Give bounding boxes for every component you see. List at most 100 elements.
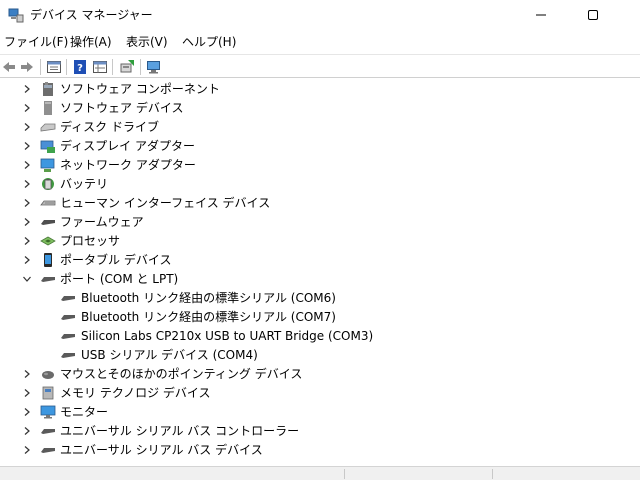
tree-item-usb-devices[interactable]: ユニバーサル シリアル バス デバイス	[0, 441, 640, 460]
port-icon	[60, 347, 76, 363]
tree-item-firmware[interactable]: ファームウェア	[0, 213, 640, 232]
port-icon	[40, 271, 56, 287]
device-manager-app-icon	[8, 7, 24, 23]
usb-device-icon	[40, 442, 56, 458]
chevron-right-icon[interactable]	[20, 405, 34, 419]
scan-hardware-button[interactable]	[145, 58, 163, 76]
tree-item-label: ポータブル デバイス	[60, 253, 172, 267]
update-driver-button[interactable]	[118, 58, 136, 76]
battery-icon	[40, 176, 56, 192]
tree-item-label: USB シリアル デバイス (COM4)	[81, 348, 258, 362]
help-button[interactable]: ?	[71, 58, 89, 76]
chevron-right-icon[interactable]	[20, 253, 34, 267]
tree-item-portable-devices[interactable]: ポータブル デバイス	[0, 251, 640, 270]
tree-item-monitors[interactable]: モニター	[0, 403, 640, 422]
chevron-right-icon[interactable]	[20, 177, 34, 191]
chevron-right-icon[interactable]	[20, 424, 34, 438]
tree-item-display-adapters[interactable]: ディスプレイ アダプター	[0, 137, 640, 156]
maximize-button[interactable]	[570, 0, 616, 30]
chevron-right-icon[interactable]	[20, 139, 34, 153]
window-title: デバイス マネージャー	[30, 8, 153, 22]
tree-item-label: マウスとそのほかのポインティング デバイス	[60, 367, 303, 381]
properties-view-button[interactable]	[45, 58, 63, 76]
portable-device-icon	[40, 252, 56, 268]
tree-item-network-adapters[interactable]: ネットワーク アダプター	[0, 156, 640, 175]
close-button[interactable]	[616, 0, 640, 30]
help-icon: ?	[74, 60, 86, 74]
toolbar: ?	[0, 54, 640, 78]
chevron-right-icon[interactable]	[20, 82, 34, 96]
tree-item-label: Bluetooth リンク経由の標準シリアル (COM6)	[81, 291, 336, 305]
tree-item-mice[interactable]: マウスとそのほかのポインティング デバイス	[0, 365, 640, 384]
disk-drive-icon	[40, 119, 56, 135]
chevron-down-icon[interactable]	[20, 272, 34, 286]
tree-item-label: ユニバーサル シリアル バス コントローラー	[60, 424, 300, 438]
tree-item-label: メモリ テクノロジ デバイス	[60, 386, 211, 400]
tree-item-port-com3[interactable]: Silicon Labs CP210x USB to UART Bridge (…	[0, 327, 640, 346]
chevron-right-icon[interactable]	[20, 386, 34, 400]
processor-icon	[40, 233, 56, 249]
chevron-right-icon[interactable]	[20, 101, 34, 115]
chevron-right-icon[interactable]	[20, 215, 34, 229]
menu-help[interactable]: ヘルプ(H)	[182, 34, 236, 50]
display-adapter-icon	[40, 138, 56, 154]
tree-item-label: Bluetooth リンク経由の標準シリアル (COM7)	[81, 310, 336, 324]
properties-view-icon	[47, 61, 61, 73]
toolbar-separator	[40, 59, 41, 75]
tree-item-ports[interactable]: ポート (COM と LPT)	[0, 270, 640, 289]
chevron-right-icon[interactable]	[20, 196, 34, 210]
status-separator	[492, 469, 493, 479]
tree-item-label: バッテリ	[60, 177, 109, 191]
tree-item-label: プロセッサ	[60, 234, 121, 248]
details-view-button[interactable]	[91, 58, 109, 76]
menu-action[interactable]: 操作(A)	[70, 34, 112, 50]
chevron-right-icon[interactable]	[20, 120, 34, 134]
chevron-right-icon[interactable]	[20, 443, 34, 457]
update-driver-icon	[120, 60, 134, 73]
status-bar	[0, 466, 640, 480]
tree-item-port-com6[interactable]: Bluetooth リンク経由の標準シリアル (COM6)	[0, 289, 640, 308]
tree-item-label: Silicon Labs CP210x USB to UART Bridge (…	[81, 329, 374, 343]
tree-item-label: モニター	[60, 405, 109, 419]
forward-button[interactable]	[18, 58, 36, 76]
tree-item-software-devices[interactable]: ソフトウェア デバイス	[0, 99, 640, 118]
tree-item-disk-drives[interactable]: ディスク ドライブ	[0, 118, 640, 137]
back-button[interactable]	[0, 58, 18, 76]
monitor-icon	[40, 404, 56, 420]
menu-view[interactable]: 表示(V)	[126, 34, 168, 50]
maximize-icon	[588, 10, 598, 20]
menu-bar: ファイル(F) 操作(A) 表示(V) ヘルプ(H)	[0, 30, 640, 54]
tree-item-human-interface-devices[interactable]: ヒューマン インターフェイス デバイス	[0, 194, 640, 213]
minimize-icon	[536, 14, 546, 16]
mouse-icon	[40, 366, 56, 382]
minimize-button[interactable]	[518, 0, 564, 30]
menu-file[interactable]: ファイル(F)	[4, 34, 68, 50]
tree-item-port-com4[interactable]: USB シリアル デバイス (COM4)	[0, 346, 640, 365]
status-separator	[344, 469, 345, 479]
toolbar-separator	[66, 59, 67, 75]
network-adapter-icon	[40, 157, 56, 173]
tree-item-port-com7[interactable]: Bluetooth リンク経由の標準シリアル (COM7)	[0, 308, 640, 327]
tree-item-label: ファームウェア	[60, 215, 144, 229]
port-icon	[60, 328, 76, 344]
title-bar: デバイス マネージャー	[0, 0, 640, 30]
device-tree[interactable]: ソフトウェア コンポーネント ソフトウェア デバイス ディスク ドライブ ディス…	[0, 80, 640, 466]
tree-item-usb-controllers[interactable]: ユニバーサル シリアル バス コントローラー	[0, 422, 640, 441]
firmware-icon	[40, 214, 56, 230]
usb-controller-icon	[40, 423, 56, 439]
port-icon	[60, 290, 76, 306]
chevron-right-icon[interactable]	[20, 234, 34, 248]
tree-item-processors[interactable]: プロセッサ	[0, 232, 640, 251]
hid-icon	[40, 195, 56, 211]
chevron-right-icon[interactable]	[20, 158, 34, 172]
tree-item-software-components[interactable]: ソフトウェア コンポーネント	[0, 80, 640, 99]
port-icon	[60, 309, 76, 325]
tree-item-label: ソフトウェア コンポーネント	[60, 82, 220, 96]
tree-item-label: ネットワーク アダプター	[60, 158, 196, 172]
tree-item-memory-technology-devices[interactable]: メモリ テクノロジ デバイス	[0, 384, 640, 403]
tree-item-batteries[interactable]: バッテリ	[0, 175, 640, 194]
software-component-icon	[40, 81, 56, 97]
tree-item-label: ディスプレイ アダプター	[60, 139, 195, 153]
tree-item-label: ユニバーサル シリアル バス デバイス	[60, 443, 263, 457]
chevron-right-icon[interactable]	[20, 367, 34, 381]
